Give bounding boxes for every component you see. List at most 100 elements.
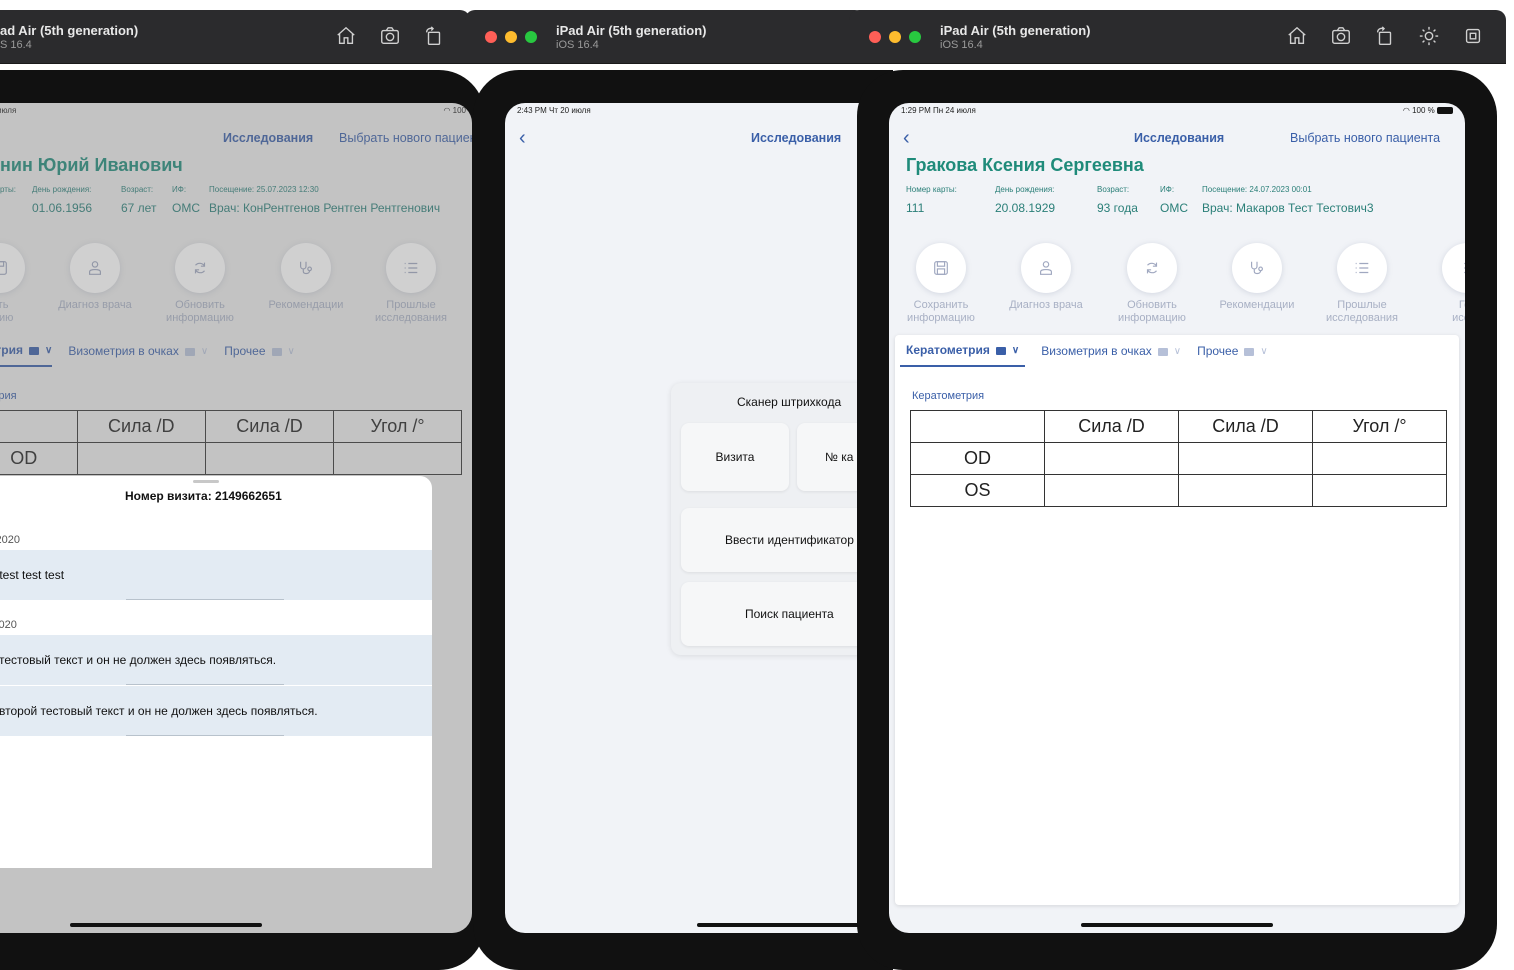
nav-title: Исследования [751,131,842,145]
screenshot-icon[interactable] [378,24,402,48]
window-title: iPad Air (5th generation) [940,23,1091,38]
barcode-scanner-header[interactable]: Сканер штрихкода [737,395,841,409]
section-label: Кератометрия [912,390,985,402]
status-battery: ◠ 100 % [1403,106,1453,120]
brightness-icon[interactable] [1417,24,1441,48]
doctor-diagnosis-button[interactable]: Диагноз врача [996,243,1096,312]
tab-keratometry[interactable]: Кератометрия ∨ [900,343,1026,367]
select-new-patient-link[interactable]: Выбрать нового пациента [1290,131,1440,145]
home-indicator[interactable] [1081,923,1273,927]
meta-age-value: 93 года [1097,201,1138,215]
sheet-grab-handle[interactable] [193,480,219,483]
status-time: 1:29 PM Пн 24 июля [901,106,976,115]
doctor-icon [1021,243,1071,293]
back-chevron-icon[interactable]: ‹ [519,127,526,150]
list-icon [1442,243,1465,293]
table-cell[interactable] [1178,442,1313,475]
zoom-window-button[interactable] [525,31,537,43]
home-icon[interactable] [1285,24,1309,48]
stethoscope-icon [1232,243,1282,293]
save-info-button[interactable]: Сохранить информацию [891,243,991,325]
note-text: Это второй тестовый текст и он не должен… [0,704,318,718]
ipad-screen: т 25 июля ◠ 100 Исследования Выбрать нов… [0,103,472,933]
meta-age-label: Возраст: [1097,185,1130,194]
table-header: Угол /° [1312,410,1447,443]
save-icon [916,243,966,293]
ready-studies-button[interactable]: Гот иссле [1417,243,1465,325]
status-time: 2:43 PM Чт 20 июля [517,106,591,115]
lock-icon [995,347,1006,355]
table-cell[interactable] [1178,474,1313,507]
minimize-window-button[interactable] [889,31,901,43]
action-label: Прошлые исследования [1326,299,1398,324]
home-indicator[interactable] [70,923,262,927]
note-text: est test test test [0,568,65,582]
meta-card-value: 111 [906,201,925,215]
meta-doctor-value: Врач: Макаров Тест Тестович3 [1202,201,1374,215]
past-studies-button[interactable]: Прошлые исследования [1312,243,1412,325]
window-title: iPad Air (5th generation) [556,23,707,38]
window-titlebar[interactable]: iPad Air (5th generation) iOS 16.4 [849,10,1506,64]
ipad-screen: 2:43 PM Чт 20 июля ‹ Исследования Сканер… [505,103,905,933]
visit-number-title: Номер визита: 2149662651 [125,489,282,503]
lock-icon [1157,348,1168,356]
divider [126,684,284,685]
tab-other[interactable]: Прочее ∨ [1197,343,1268,367]
list-item[interactable]: Это второй тестовый текст и он не должен… [0,686,432,736]
chevron-down-icon: ∨ [1260,345,1268,357]
action-label: Гот иссле [1452,299,1465,324]
refresh-icon [1127,243,1177,293]
table-cell[interactable] [1312,442,1447,475]
scan-visit-button[interactable]: Визита [681,423,789,491]
wifi-icon: ◠ [1402,106,1410,115]
rotate-icon[interactable] [1373,24,1397,48]
note-text: Это тестовый текст и он не должен здесь … [0,653,277,667]
action-label: Сохранить информацию [907,299,975,324]
back-chevron-icon[interactable]: ‹ [903,127,910,150]
table-row-label: OS [910,474,1045,507]
list-item[interactable]: est test test test [0,550,432,600]
simulator-window-middle: iPad Air (5th generation) iOS 16.4 2:43 … [465,10,905,970]
table-header: Сила /D [1178,410,1313,443]
visit-notes-sheet: Номер визита: 2149662651 .0.01.2020 est … [0,476,432,868]
note-date: .0.01.2020 [0,534,20,546]
table-row-label: OD [910,442,1045,475]
window-title: ad Air (5th generation) [0,23,139,38]
window-titlebar[interactable]: ad Air (5th generation) S 16.4 [0,10,470,64]
refresh-info-button[interactable]: Обновить информацию [1102,243,1202,325]
simulator-window-left: ad Air (5th generation) S 16.4 т 25 июля… [0,10,485,970]
table-header [910,410,1045,443]
ipad-screen: 1:29 PM Пн 24 июля ◠ 100 % ‹ Исследовани… [889,103,1465,933]
nav-title: Исследования [1134,131,1225,145]
command-icon[interactable] [1461,24,1485,48]
meta-visit-label: Посещение: 24.07.2023 00:01 [1202,185,1312,194]
meta-insurance-value: ОМС [1160,201,1188,215]
list-item[interactable]: Это тестовый текст и он не должен здесь … [0,635,432,685]
lock-icon [1244,348,1255,356]
table-cell[interactable] [1044,474,1179,507]
divider [126,599,284,600]
divider [126,735,284,736]
zoom-window-button[interactable] [909,31,921,43]
recommendations-button[interactable]: Рекомендации [1207,243,1307,312]
window-subtitle: S 16.4 [0,39,32,51]
window-titlebar[interactable]: iPad Air (5th generation) iOS 16.4 [465,10,865,64]
table-cell[interactable] [1312,474,1447,507]
rotate-icon[interactable] [422,24,446,48]
battery-icon [1437,107,1453,115]
tab-visometry[interactable]: Визометрия в очках ∨ [1041,343,1181,367]
screenshot-icon[interactable] [1329,24,1353,48]
meta-birthday-value: 20.08.1929 [995,201,1056,215]
meta-insurance-label: ИФ: [1160,185,1175,194]
home-icon[interactable] [334,24,358,48]
table-cell[interactable] [1044,442,1179,475]
minimize-window-button[interactable] [505,31,517,43]
table-header: Сила /D [1044,410,1179,443]
keratometry-table: Сила /D Сила /D Угол /° OD OS [910,410,1447,507]
chevron-down-icon: ∨ [1173,345,1182,357]
close-window-button[interactable] [485,31,497,43]
list-icon [1337,243,1387,293]
patient-name: Гракова Ксения Сергеевна [906,155,1144,175]
simulator-window-right: iPad Air (5th generation) iOS 16.4 1:29 … [849,10,1506,970]
close-window-button[interactable] [869,31,881,43]
